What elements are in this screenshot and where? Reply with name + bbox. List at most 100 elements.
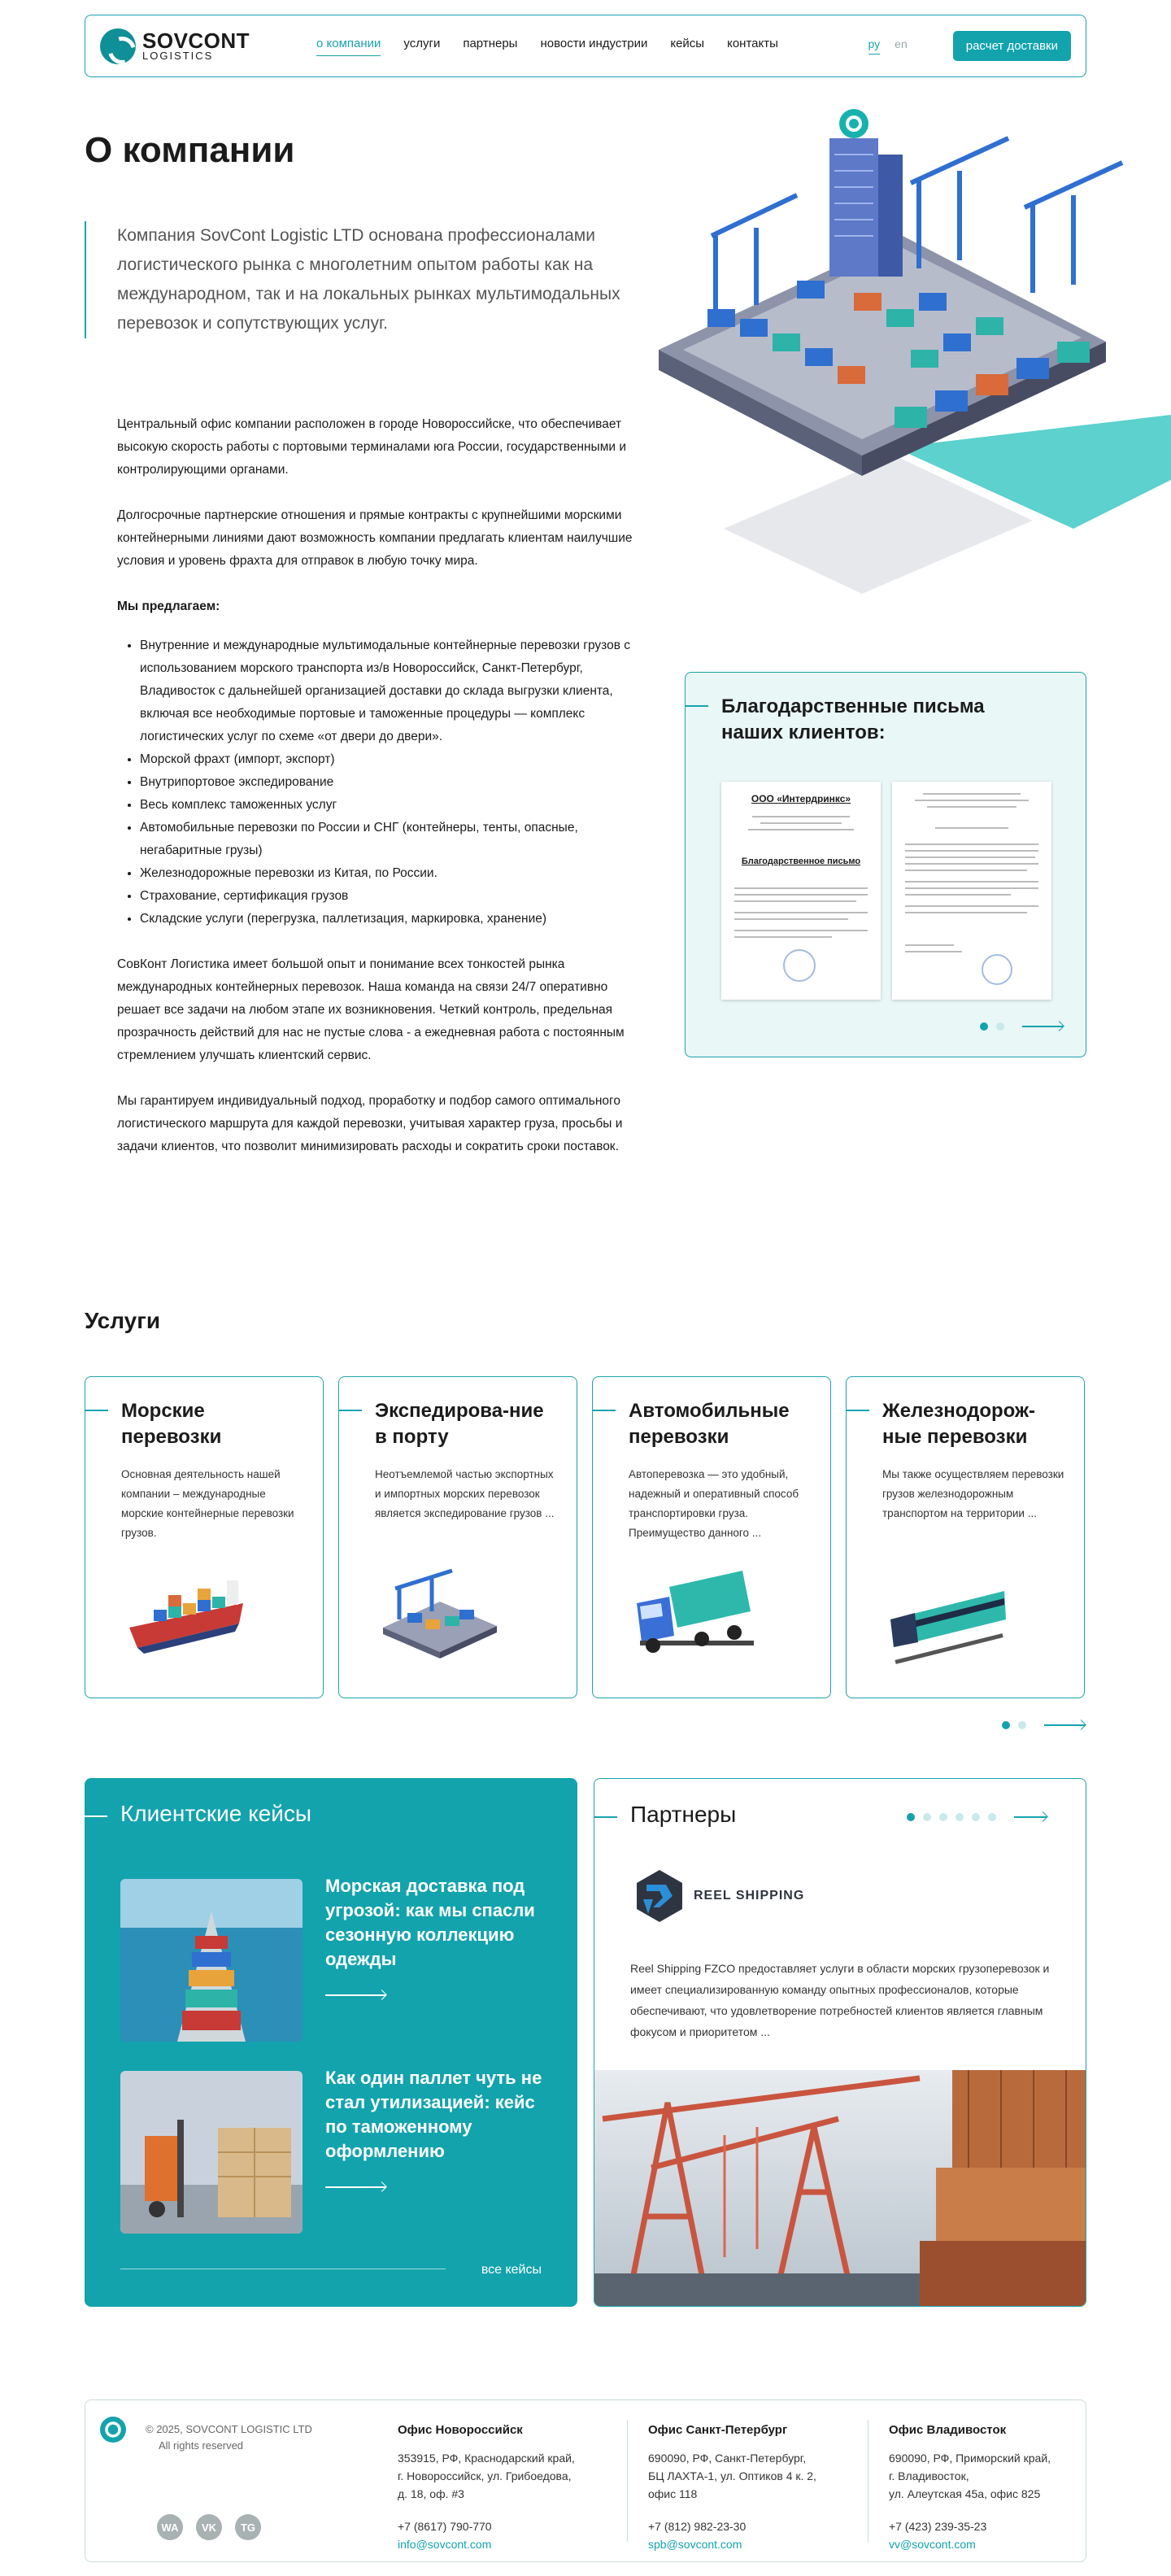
nav-services[interactable]: услуги bbox=[403, 37, 440, 56]
office-vladivostok: Офис Владивосток 690090, РФ, Приморский … bbox=[889, 2421, 1051, 2553]
case-arrow-icon[interactable] bbox=[325, 1994, 385, 1996]
lang-en[interactable]: en bbox=[895, 37, 908, 54]
service-card-port[interactable]: Экспедирова-ние в порту Неотъемлемой час… bbox=[338, 1376, 577, 1698]
main-nav: о компании услуги партнеры новости индус… bbox=[316, 37, 778, 56]
case-title[interactable]: Как один паллет чуть не стал утилизацией… bbox=[325, 2066, 553, 2164]
site-header: SOVCONT LOGISTICS о компании услуги парт… bbox=[85, 15, 1086, 77]
letters-title: Благодарственные письма наших клиентов: bbox=[721, 695, 985, 743]
office-email[interactable]: vv@sovcont.com bbox=[889, 2535, 1051, 2553]
pagination-dot[interactable] bbox=[1018, 1721, 1026, 1729]
language-switcher: ру en bbox=[868, 37, 908, 54]
office-email[interactable]: info@sovcont.com bbox=[398, 2535, 575, 2553]
office-title: Офис Санкт-Петербург bbox=[648, 2423, 788, 2437]
office-address: 690090, РФ, Приморский край, bbox=[889, 2452, 1051, 2465]
pagination-dot[interactable] bbox=[907, 1813, 915, 1821]
offer-item: Морской фрахт (импорт, экспорт) bbox=[140, 748, 638, 771]
thanks-letters-panel: Благодарственные письма наших клиентов: … bbox=[685, 672, 1086, 1057]
pagination-dot[interactable] bbox=[996, 1022, 1004, 1031]
service-card-rail[interactable]: Железнодорож-ные перевозки Мы также осущ… bbox=[846, 1376, 1085, 1698]
pagination-dot[interactable] bbox=[972, 1813, 980, 1821]
service-card-title: Морские перевозки bbox=[121, 1400, 222, 1448]
telegram-icon[interactable]: TG bbox=[235, 2514, 261, 2540]
partner-logo[interactable]: REEL SHIPPING bbox=[630, 1867, 804, 1925]
port-illustration bbox=[659, 109, 1171, 594]
nav-contacts[interactable]: контакты bbox=[727, 37, 778, 56]
partners-pagination bbox=[907, 1813, 1047, 1821]
letters-pagination bbox=[980, 1022, 1063, 1031]
case-title[interactable]: Морская доставка под угрозой: как мы спа… bbox=[325, 1874, 553, 1972]
pagination-dot[interactable] bbox=[923, 1813, 931, 1821]
title-bar bbox=[686, 705, 708, 707]
office-email[interactable]: spb@sovcont.com bbox=[648, 2535, 816, 2553]
partner-description: Reel Shipping FZCO предоставляет услуги … bbox=[630, 1962, 1050, 2038]
office-spb: Офис Санкт-Петербург 690090, РФ, Санкт-П… bbox=[648, 2421, 816, 2553]
service-card-title: Экспедирова-ние в порту bbox=[375, 1400, 544, 1448]
nav-partners[interactable]: партнеры bbox=[463, 37, 517, 56]
service-card-title: Железнодорож-ные перевозки bbox=[882, 1400, 1035, 1448]
about-paragraph: Мы гарантируем индивидуальный подход, пр… bbox=[117, 1094, 623, 1153]
whatsapp-icon[interactable]: WA bbox=[157, 2514, 183, 2540]
office-phone[interactable]: +7 (423) 239-35-23 bbox=[889, 2517, 1051, 2535]
office-address: г. Владивосток, bbox=[889, 2469, 969, 2482]
truck-icon bbox=[637, 1571, 754, 1653]
pagination-dot[interactable] bbox=[939, 1813, 947, 1821]
service-card-text: Неотъемлемой частью экспортных и импортн… bbox=[375, 1468, 555, 1519]
logo[interactable]: SOVCONT LOGISTICS bbox=[100, 28, 279, 64]
pagination-dot[interactable] bbox=[980, 1022, 988, 1031]
service-card-sea[interactable]: Морские перевозки Основная деятельность … bbox=[85, 1376, 324, 1698]
letter-heading: Благодарственное письмо bbox=[741, 856, 861, 866]
partners-title: Партнеры bbox=[630, 1802, 737, 1827]
offer-item: Страхование, сертификация грузов bbox=[140, 885, 638, 908]
all-cases-link[interactable]: все кейсы bbox=[481, 2263, 542, 2277]
office-novorossiysk: Офис Новороссийск 353915, РФ, Краснодарс… bbox=[398, 2421, 575, 2553]
services-pagination bbox=[1002, 1721, 1085, 1729]
port-icon bbox=[383, 1568, 497, 1658]
vk-icon[interactable]: VK bbox=[196, 2514, 222, 2540]
nav-cases[interactable]: кейсы bbox=[670, 37, 704, 56]
delivery-calc-button[interactable]: расчет доставки bbox=[952, 31, 1071, 61]
about-paragraph: СовКонт Логистика имеет большой опыт и п… bbox=[117, 957, 625, 1062]
train-icon bbox=[890, 1591, 1006, 1664]
next-arrow-icon[interactable] bbox=[1022, 1026, 1063, 1027]
logo-icon bbox=[100, 28, 136, 64]
offer-list: Внутренние и международные мультимодальн… bbox=[140, 634, 638, 931]
offer-item: Автомобильные перевозки по России и СНГ … bbox=[140, 817, 638, 862]
next-arrow-icon[interactable] bbox=[1044, 1724, 1085, 1726]
office-address: офис 118 bbox=[648, 2487, 698, 2500]
about-lead: Компания SovCont Logistic LTD основана п… bbox=[85, 221, 621, 338]
office-address: д. 18, оф. #3 bbox=[398, 2487, 464, 2500]
letter-company: ООО «Интердринкс» bbox=[751, 793, 851, 804]
service-card-text: Основная деятельность нашей компании – м… bbox=[121, 1468, 294, 1539]
service-card-title: Автомобильные перевозки bbox=[629, 1400, 790, 1448]
page-title: О компании bbox=[85, 130, 295, 170]
nav-about[interactable]: о компании bbox=[316, 37, 381, 56]
footer-logo-icon[interactable] bbox=[100, 2417, 126, 2443]
office-title: Офис Новороссийск bbox=[398, 2423, 523, 2437]
ship-icon bbox=[129, 1580, 243, 1654]
next-arrow-icon[interactable] bbox=[1014, 1816, 1047, 1818]
pagination-dot[interactable] bbox=[1002, 1721, 1010, 1729]
office-phone[interactable]: +7 (8617) 790-770 bbox=[398, 2517, 575, 2535]
pagination-dot[interactable] bbox=[988, 1813, 996, 1821]
service-card-road[interactable]: Автомобильные перевозки Автоперевозка — … bbox=[592, 1376, 831, 1698]
about-paragraph: Центральный офис компании расположен в г… bbox=[117, 417, 626, 477]
case-image-ship[interactable] bbox=[120, 1879, 303, 2042]
pagination-dot[interactable] bbox=[956, 1813, 964, 1821]
port-photo bbox=[594, 2070, 1086, 2306]
partners-panel: Партнеры REEL SHIPPING Reel Shipping FZC… bbox=[594, 1778, 1086, 2307]
office-phone[interactable]: +7 (812) 982-23-30 bbox=[648, 2517, 816, 2535]
case-image-warehouse[interactable] bbox=[120, 2071, 303, 2234]
lang-ru[interactable]: ру bbox=[868, 37, 881, 54]
reel-shipping-icon bbox=[637, 1870, 682, 1922]
offer-heading: Мы предлагаем: bbox=[117, 599, 220, 613]
nav-news[interactable]: новости индустрии bbox=[540, 37, 647, 56]
service-card-text: Автоперевозка — это удобный, надежный и … bbox=[629, 1468, 799, 1539]
office-address: БЦ ЛАХТА-1, ул. Оптиков 4 к. 2, bbox=[648, 2469, 816, 2482]
case-arrow-icon[interactable] bbox=[325, 2186, 385, 2188]
office-title: Офис Владивосток bbox=[889, 2423, 1007, 2437]
letter-document[interactable]: ООО «Интердринкс» Благодарственное письм… bbox=[721, 782, 881, 1000]
offer-item: Весь комплекс таможенных услуг bbox=[140, 794, 638, 817]
letter-document[interactable] bbox=[892, 782, 1051, 1000]
copyright: © 2025, SOVCONT LOGISTIC LTD bbox=[146, 2423, 312, 2435]
office-address: 690090, РФ, Санкт-Петербург, bbox=[648, 2452, 807, 2465]
